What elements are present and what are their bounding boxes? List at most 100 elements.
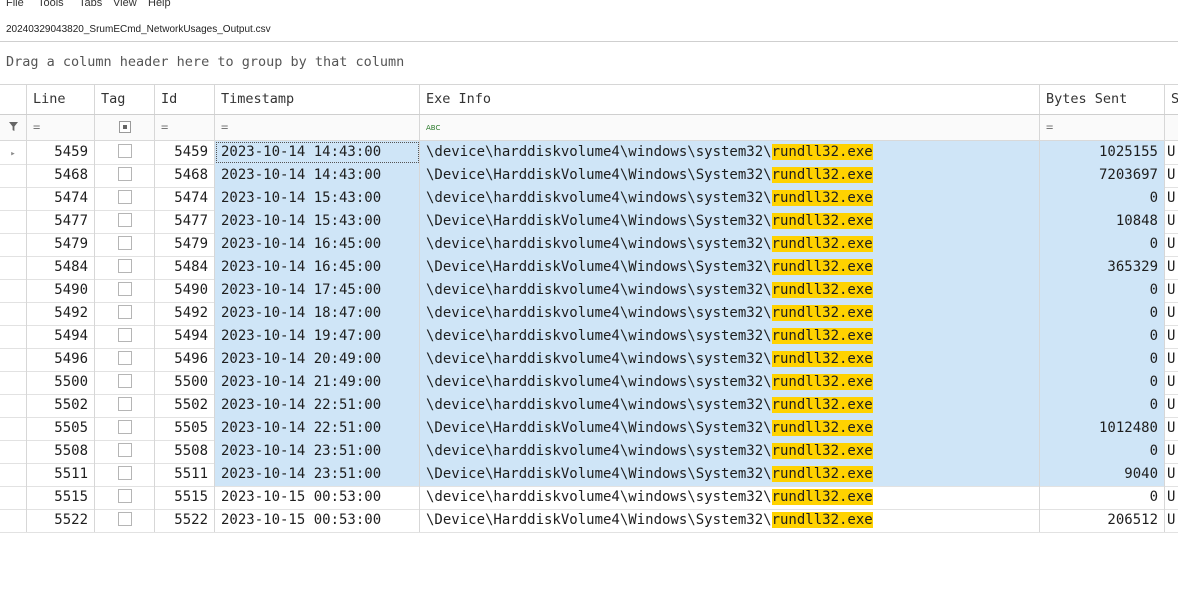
id-cell: 5479 bbox=[155, 233, 215, 256]
tag-checkbox[interactable] bbox=[118, 236, 132, 250]
line-cell: 5468 bbox=[27, 164, 95, 187]
tag-checkbox[interactable] bbox=[118, 259, 132, 273]
id-cell: 5515 bbox=[155, 486, 215, 509]
s-cell: U bbox=[1167, 328, 1176, 344]
timestamp-filter-cell[interactable]: = bbox=[215, 115, 420, 140]
menu-view[interactable]: View bbox=[113, 0, 137, 12]
exe-info-filter-cell[interactable]: ABC bbox=[420, 115, 1040, 140]
table-row[interactable]: 5515 5515 2023-10-15 00:53:00 \device\hardd… bbox=[0, 486, 1178, 510]
line-cell: 5479 bbox=[27, 233, 95, 256]
table-row[interactable]: 5474 5474 2023-10-14 15:43:00 \device\hardd… bbox=[0, 187, 1178, 211]
bytes-sent-cell: 0 bbox=[1040, 440, 1165, 463]
s-cell: U bbox=[1167, 305, 1176, 321]
tag-checkbox[interactable] bbox=[118, 328, 132, 342]
column-header-exe-info[interactable]: Exe Info bbox=[420, 85, 1040, 114]
exe-path-prefix: \device\harddiskvolume4\windows\system32… bbox=[426, 305, 772, 321]
table-row[interactable]: 5508 5508 2023-10-14 23:51:00 \device\hardd… bbox=[0, 440, 1178, 464]
bytes-sent-cell: 0 bbox=[1040, 187, 1165, 210]
exe-search-match: rundll32.exe bbox=[771, 282, 873, 298]
exe-search-match: rundll32.exe bbox=[771, 374, 873, 390]
table-row[interactable]: 5490 5490 2023-10-14 17:45:00 \device\hardd… bbox=[0, 279, 1178, 303]
column-header-id[interactable]: Id bbox=[155, 85, 215, 114]
tag-checkbox[interactable] bbox=[118, 282, 132, 296]
table-row[interactable]: 5496 5496 2023-10-14 20:49:00 \device\hardd… bbox=[0, 348, 1178, 372]
column-header-line[interactable]: Line bbox=[27, 85, 95, 114]
timestamp-cell: 2023-10-14 16:45:00 bbox=[215, 233, 420, 256]
table-row[interactable]: 5500 5500 2023-10-14 21:49:00 \device\hardd… bbox=[0, 371, 1178, 395]
tab-csv-file[interactable]: 20240329043820_SrumECmd_NetworkUsages_Ou… bbox=[0, 19, 277, 40]
line-cell: 5502 bbox=[27, 394, 95, 417]
line-cell: 5496 bbox=[27, 348, 95, 371]
menu-file[interactable]: File bbox=[6, 0, 24, 12]
exe-path-prefix: \Device\HarddiskVolume4\Windows\System32… bbox=[426, 167, 772, 183]
id-cell: 5468 bbox=[155, 164, 215, 187]
tag-checkbox[interactable] bbox=[118, 466, 132, 480]
menu-tabs[interactable]: Tabs bbox=[79, 0, 102, 12]
s-cell: U bbox=[1167, 420, 1176, 436]
id-cell: 5505 bbox=[155, 417, 215, 440]
s-cell: U bbox=[1167, 374, 1176, 390]
tag-checkbox[interactable] bbox=[118, 213, 132, 227]
table-row[interactable]: 5494 5494 2023-10-14 19:47:00 \device\hardd… bbox=[0, 325, 1178, 349]
filter-funnel-icon[interactable] bbox=[0, 115, 27, 140]
line-cell: 5508 bbox=[27, 440, 95, 463]
exe-info-cell: \device\harddiskvolume4\windows\system32… bbox=[420, 187, 1040, 210]
column-header-timestamp[interactable]: Timestamp bbox=[215, 85, 420, 114]
line-cell: 5522 bbox=[27, 509, 95, 532]
s-cell: U bbox=[1167, 443, 1176, 459]
row-indicator-cell bbox=[0, 210, 27, 233]
tag-checkbox[interactable] bbox=[118, 489, 132, 503]
row-indicator-cell bbox=[0, 394, 27, 417]
table-row[interactable]: 5477 5477 2023-10-14 15:43:00 \Device\Hardd… bbox=[0, 210, 1178, 234]
id-cell: 5508 bbox=[155, 440, 215, 463]
s-filter-cell[interactable] bbox=[1165, 115, 1178, 140]
group-by-panel[interactable]: Drag a column header here to group by th… bbox=[0, 42, 1178, 85]
tag-cell bbox=[95, 141, 155, 164]
tag-checkbox[interactable] bbox=[118, 144, 132, 158]
table-row[interactable]: ▸ 5459 5459 2023-10-14 14:43:00 \device\hard… bbox=[0, 141, 1178, 165]
table-row[interactable]: 5492 5492 2023-10-14 18:47:00 \device\hardd… bbox=[0, 302, 1178, 326]
column-header-bytes-sent[interactable]: Bytes Sent bbox=[1040, 85, 1165, 114]
table-row[interactable]: 5484 5484 2023-10-14 16:45:00 \Device\Hardd… bbox=[0, 256, 1178, 280]
exe-path-prefix: \device\harddiskvolume4\windows\system32… bbox=[426, 144, 772, 160]
table-row[interactable]: 5522 5522 2023-10-15 00:53:00 \Device\Hardd… bbox=[0, 509, 1178, 533]
equals-filter-icon: = bbox=[1046, 120, 1054, 134]
bytes-sent-cell: 0 bbox=[1040, 325, 1165, 348]
tag-checkbox[interactable] bbox=[118, 443, 132, 457]
table-row[interactable]: 5502 5502 2023-10-14 22:51:00 \device\hardd… bbox=[0, 394, 1178, 418]
tag-checkbox[interactable] bbox=[118, 167, 132, 181]
s-cell: U bbox=[1167, 259, 1176, 275]
tag-cell bbox=[95, 509, 155, 532]
tag-checkbox[interactable] bbox=[118, 420, 132, 434]
table-row[interactable]: 5505 5505 2023-10-14 22:51:00 \Device\Hardd… bbox=[0, 417, 1178, 441]
table-row[interactable]: 5468 5468 2023-10-14 14:43:00 \Device\Hardd… bbox=[0, 164, 1178, 188]
table-row[interactable]: 5479 5479 2023-10-14 16:45:00 \device\hardd… bbox=[0, 233, 1178, 257]
tag-checkbox[interactable] bbox=[118, 374, 132, 388]
s-cell: U bbox=[1167, 466, 1176, 482]
column-header-tag[interactable]: Tag bbox=[95, 85, 155, 114]
menu-help[interactable]: Help bbox=[148, 0, 171, 12]
tag-checkbox[interactable] bbox=[118, 190, 132, 204]
tag-cell bbox=[95, 440, 155, 463]
exe-path-prefix: \device\harddiskvolume4\windows\system32… bbox=[426, 397, 772, 413]
line-filter-cell[interactable]: = bbox=[27, 115, 95, 140]
table-row[interactable]: 5511 5511 2023-10-14 23:51:00 \Device\Hardd… bbox=[0, 463, 1178, 487]
id-cell: 5492 bbox=[155, 302, 215, 325]
tag-filter-cell[interactable] bbox=[95, 115, 155, 140]
bytes-sent-filter-cell[interactable]: = bbox=[1040, 115, 1165, 140]
id-filter-cell[interactable]: = bbox=[155, 115, 215, 140]
bytes-sent-cell: 1012480 bbox=[1040, 417, 1165, 440]
exe-path-prefix: \device\harddiskvolume4\windows\system32… bbox=[426, 236, 772, 252]
tag-checkbox[interactable] bbox=[118, 305, 132, 319]
tag-checkbox[interactable] bbox=[118, 397, 132, 411]
bytes-sent-cell: 365329 bbox=[1040, 256, 1165, 279]
bytes-sent-cell: 0 bbox=[1040, 394, 1165, 417]
column-header-s[interactable]: S bbox=[1165, 85, 1178, 114]
timestamp-cell: 2023-10-14 20:49:00 bbox=[215, 348, 420, 371]
bytes-sent-cell: 206512 bbox=[1040, 509, 1165, 532]
tag-cell bbox=[95, 371, 155, 394]
tag-cell bbox=[95, 325, 155, 348]
menu-tools[interactable]: Tools bbox=[38, 0, 64, 12]
tag-checkbox[interactable] bbox=[118, 512, 132, 526]
tag-checkbox[interactable] bbox=[118, 351, 132, 365]
